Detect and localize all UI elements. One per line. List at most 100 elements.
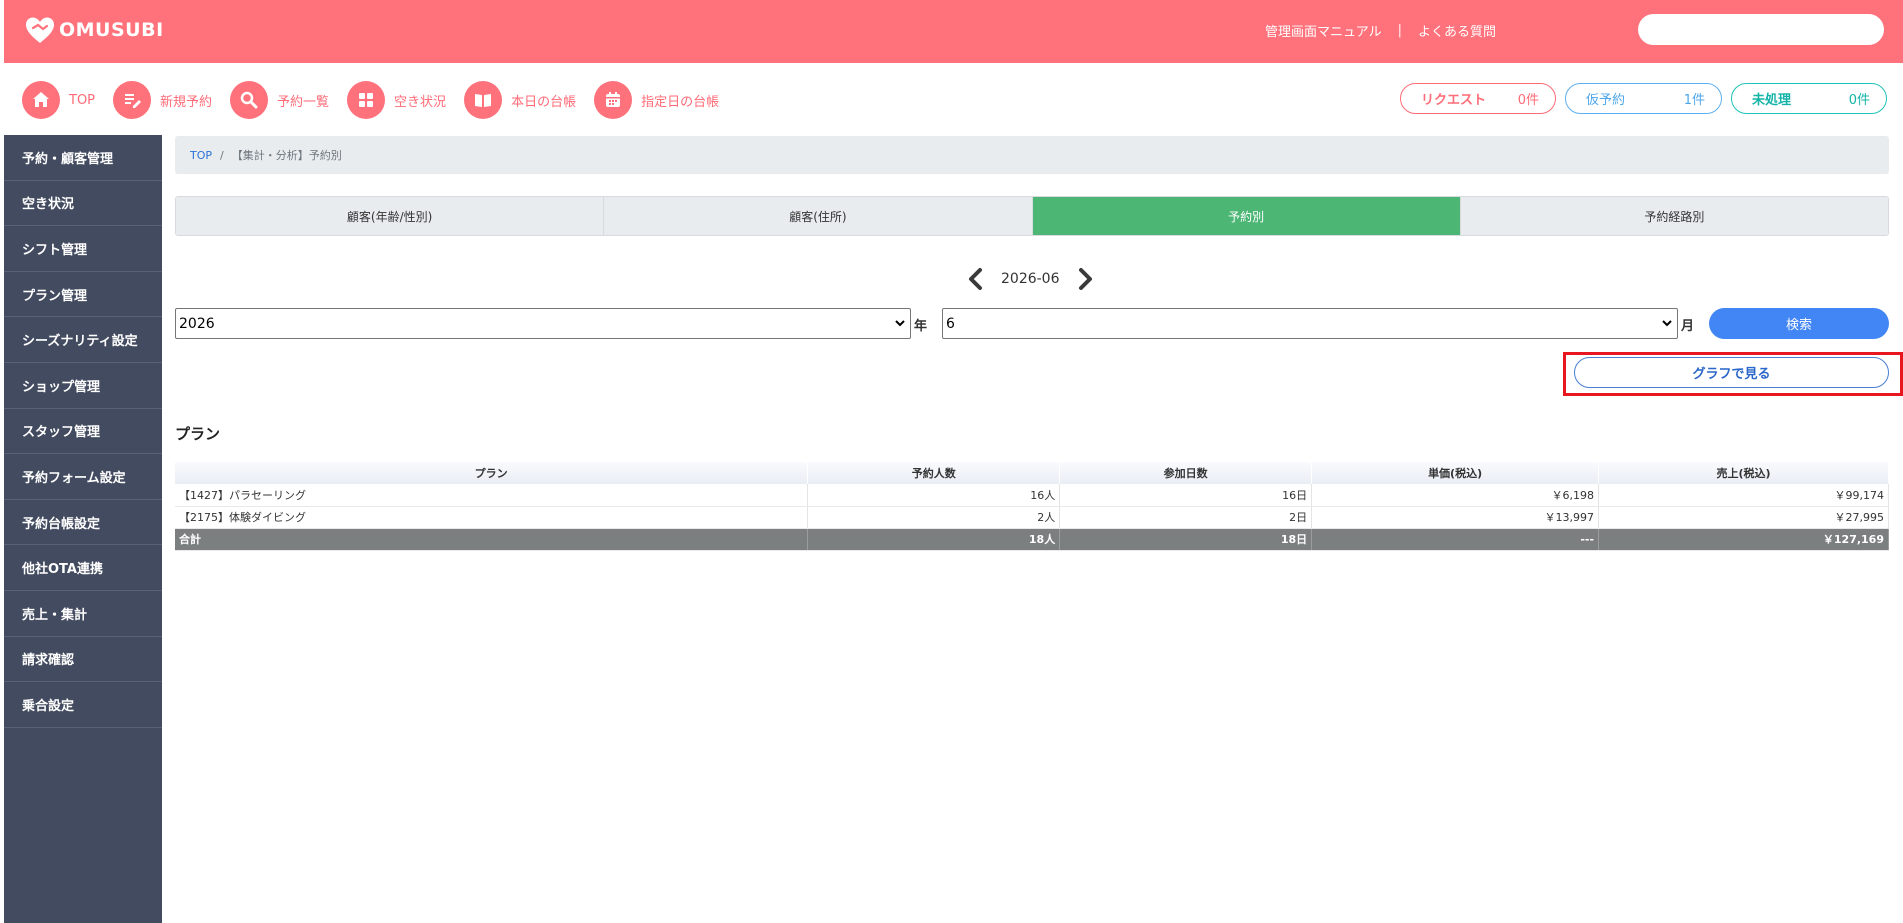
pill-label: 未処理 [1752, 93, 1792, 108]
cell-sales: ￥99,174 [1598, 484, 1889, 507]
sidebar-item-sales[interactable]: 売上・集計 [4, 591, 162, 637]
table-header-row: プラン 予約人数 参加日数 単価(税込) 売上(税込) [175, 462, 1889, 484]
year-select[interactable]: 2026 [175, 308, 911, 339]
table-row: 【1427】パラセーリング 16人 16日 ￥6,198 ￥99,174 [175, 484, 1889, 507]
month-select[interactable]: 6 [942, 308, 1678, 339]
cell-plan: 【2175】体験ダイビング [175, 506, 809, 529]
nav-availability[interactable]: 空き状況 [347, 81, 446, 119]
total-label: 合計 [175, 528, 809, 551]
logo-heart-icon [26, 17, 54, 43]
header-plan: プラン [175, 462, 809, 484]
grid-icon [347, 81, 386, 119]
sidebar-item-shift[interactable]: シフト管理 [4, 226, 162, 272]
total-unit-price: --- [1311, 528, 1600, 551]
tab-by-reservation[interactable]: 予約別 [1032, 197, 1461, 235]
year-select-value: 2026 [179, 315, 215, 332]
calendar-icon [594, 81, 633, 119]
logo[interactable]: OMUSUBI [24, 14, 164, 46]
cell-unit-price: ￥13,997 [1311, 506, 1600, 529]
header-search-input[interactable] [1638, 14, 1884, 45]
month-navigator: 2026-06 [963, 264, 1098, 294]
nav-label: 空き状況 [394, 94, 447, 110]
nav-label: 本日の台帳 [511, 94, 577, 110]
tab-customer-address[interactable]: 顧客(住所) [604, 197, 1033, 235]
tentative-count-pill[interactable]: 仮予約 1件 [1565, 83, 1722, 114]
home-icon [22, 81, 60, 119]
pill-label: 仮予約 [1586, 93, 1626, 108]
pill-count: 0件 [1517, 93, 1539, 108]
sidebar-item-shared-ride[interactable]: 乗合設定 [4, 682, 162, 728]
search-button[interactable]: 検索 [1709, 308, 1889, 339]
book-icon [464, 81, 503, 119]
nav-label: 新規予約 [160, 94, 213, 110]
nav-label: 予約一覧 [277, 94, 330, 110]
cell-days: 16日 [1059, 484, 1313, 507]
cell-count: 16人 [807, 484, 1061, 507]
nav-new-reservation[interactable]: 新規予約 [113, 81, 212, 119]
sidebar-item-reservation-form[interactable]: 予約フォーム設定 [4, 454, 162, 500]
month-unit-label: 月 [1681, 319, 1695, 334]
current-month-label: 2026-06 [1001, 271, 1060, 287]
section-title-plan: プラン [175, 425, 221, 443]
chevron-right-icon[interactable] [1074, 264, 1098, 294]
cell-sales: ￥27,995 [1598, 506, 1889, 529]
sidebar-item-seasonality[interactable]: シーズナリティ設定 [4, 317, 162, 363]
cell-days: 2日 [1059, 506, 1313, 529]
tab-by-route[interactable]: 予約経路別 [1460, 197, 1888, 235]
header-participation-days: 参加日数 [1059, 462, 1313, 484]
header-sales: 売上(税込) [1598, 462, 1889, 484]
total-count: 18人 [807, 528, 1061, 551]
sidebar-item-ota[interactable]: 他社OTA連携 [4, 545, 162, 591]
manual-link[interactable]: 管理画面マニュアル [1265, 21, 1382, 40]
cell-count: 2人 [807, 506, 1061, 529]
total-sales: ￥127,169 [1598, 528, 1889, 551]
cell-unit-price: ￥6,198 [1311, 484, 1600, 507]
table-row: 【2175】体験ダイビング 2人 2日 ￥13,997 ￥27,995 [175, 506, 1889, 529]
sidebar: 予約・顧客管理 空き状況 シフト管理 プラン管理 シーズナリティ設定 ショップ管… [4, 135, 162, 923]
faq-link[interactable]: よくある質問 [1418, 21, 1496, 40]
month-select-value: 6 [946, 315, 955, 332]
nav-date-ledger[interactable]: 指定日の台帳 [594, 81, 719, 119]
sidebar-item-billing[interactable]: 請求確認 [4, 637, 162, 683]
sidebar-item-ledger-settings[interactable]: 予約台帳設定 [4, 500, 162, 546]
chevron-down-icon [1662, 320, 1672, 327]
search-icon [230, 81, 269, 119]
nav-reservation-list[interactable]: 予約一覧 [230, 81, 329, 119]
nav-today-ledger[interactable]: 本日の台帳 [464, 81, 576, 119]
breadcrumb: TOP / 【集計・分析】予約別 [175, 136, 1889, 174]
sidebar-item-availability[interactable]: 空き状況 [4, 181, 162, 227]
nav-label: 指定日の台帳 [641, 94, 720, 110]
logo-text: OMUSUBI [59, 19, 164, 41]
cell-plan: 【1427】パラセーリング [175, 484, 809, 507]
unprocessed-count-pill[interactable]: 未処理 0件 [1731, 83, 1887, 114]
tab-customer-age-gender[interactable]: 顧客(年齢/性別) [176, 197, 605, 235]
sidebar-item-staff[interactable]: スタッフ管理 [4, 409, 162, 455]
view-graph-button[interactable]: グラフで見る [1574, 357, 1889, 388]
total-days: 18日 [1059, 528, 1313, 551]
header-reservation-count: 予約人数 [807, 462, 1061, 484]
header-unit-price: 単価(税込) [1311, 462, 1600, 484]
table-total-row: 合計 18人 18日 --- ￥127,169 [175, 528, 1889, 551]
quick-nav: TOP 新規予約 予約一覧 空き状況 本日の台帳 指定日の台帳 リクエスト 0件… [4, 63, 1903, 135]
analysis-tabs: 顧客(年齢/性別) 顧客(住所) 予約別 予約経路別 [175, 196, 1889, 236]
header-links: 管理画面マニュアル | よくある質問 [1265, 21, 1496, 40]
year-unit-label: 年 [914, 319, 928, 334]
chevron-down-icon [895, 320, 905, 327]
pill-label: リクエスト [1421, 93, 1487, 108]
nav-label: TOP [69, 92, 96, 108]
nav-top[interactable]: TOP [22, 81, 95, 119]
sidebar-item-plan[interactable]: プラン管理 [4, 272, 162, 318]
breadcrumb-separator: / [220, 148, 224, 162]
sidebar-item-shop[interactable]: ショップ管理 [4, 363, 162, 409]
request-count-pill[interactable]: リクエスト 0件 [1400, 83, 1556, 114]
edit-icon [113, 81, 152, 119]
sidebar-item-reservation-customer[interactable]: 予約・顧客管理 [4, 135, 162, 181]
breadcrumb-current: 【集計・分析】予約別 [231, 149, 342, 162]
top-header: OMUSUBI 管理画面マニュアル | よくある質問 [4, 0, 1903, 63]
pill-count: 1件 [1683, 93, 1705, 108]
plan-table: プラン 予約人数 参加日数 単価(税込) 売上(税込) 【1427】パラセーリン… [175, 462, 1889, 551]
pill-count: 0件 [1848, 93, 1870, 108]
chevron-left-icon[interactable] [963, 264, 987, 294]
link-separator: | [1397, 23, 1402, 38]
breadcrumb-home-link[interactable]: TOP [190, 149, 212, 162]
